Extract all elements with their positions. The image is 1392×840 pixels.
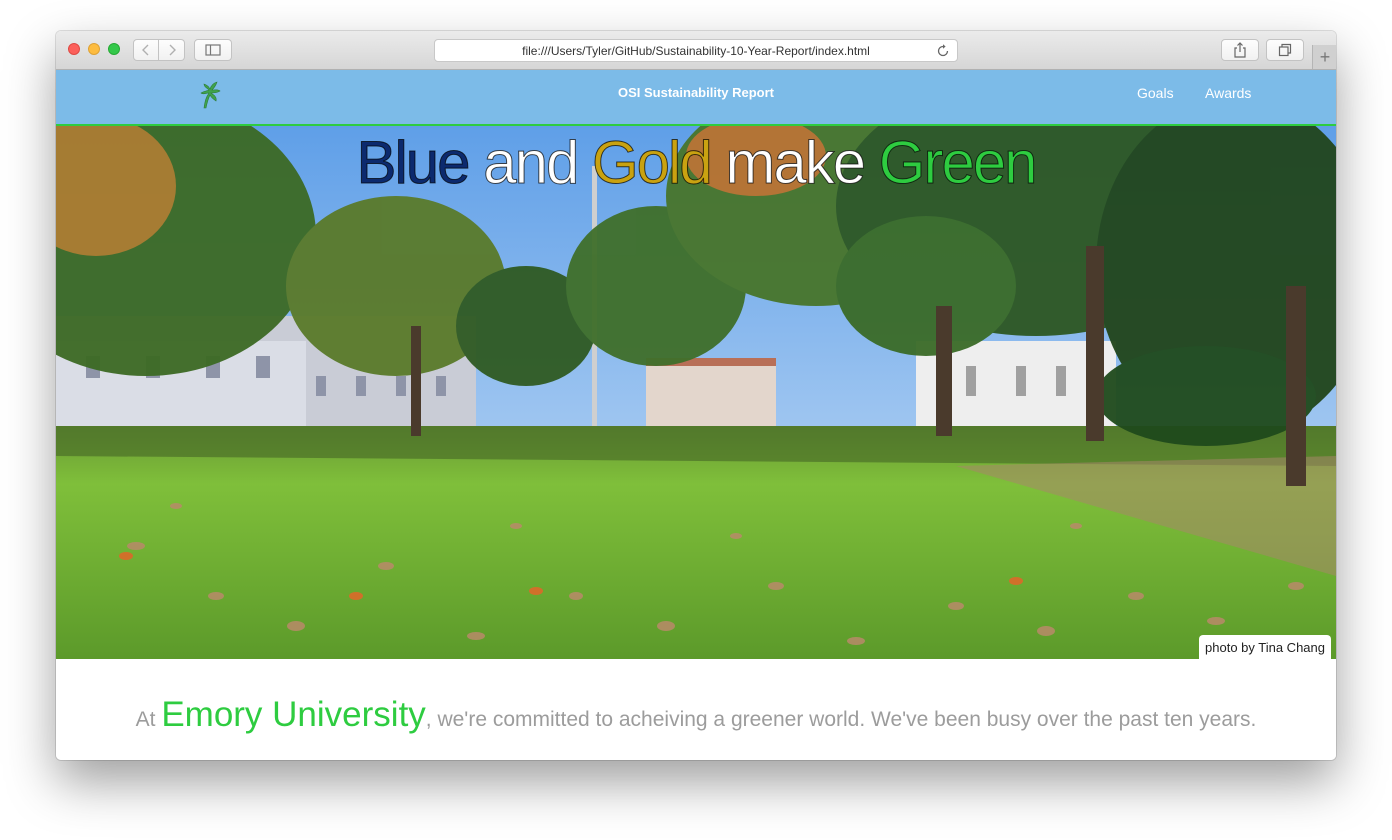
share-icon <box>1234 42 1246 58</box>
tabs-overview-button[interactable] <box>1266 39 1304 61</box>
headline-word-gold: Gold <box>591 129 713 197</box>
zoom-window-button[interactable] <box>108 43 120 55</box>
headline-word-green: Green <box>878 129 1038 197</box>
url-text: file:///Users/Tyler/GitHub/Sustainabilit… <box>522 43 870 58</box>
intro-prefix: At <box>135 708 156 731</box>
nav-link-goals[interactable]: Goals <box>1137 85 1174 101</box>
hero-headline: Blue and Gold make Green <box>56 128 1336 198</box>
headline-word-and: and <box>483 129 580 197</box>
forward-button[interactable] <box>159 39 185 61</box>
address-bar[interactable]: file:///Users/Tyler/GitHub/Sustainabilit… <box>434 39 958 62</box>
back-button[interactable] <box>133 39 159 61</box>
headline-word-make: make <box>725 129 867 197</box>
browser-window: file:///Users/Tyler/GitHub/Sustainabilit… <box>56 31 1336 760</box>
share-button[interactable] <box>1221 39 1259 61</box>
campus-photo <box>56 126 1336 659</box>
nav-link-awards[interactable]: Awards <box>1205 85 1251 101</box>
tabs-icon <box>1278 43 1292 57</box>
minimize-window-button[interactable] <box>88 43 100 55</box>
intro-highlight: Emory University <box>161 695 426 734</box>
photo-credit: photo by Tina Chang <box>1199 635 1331 659</box>
reload-icon[interactable] <box>935 43 951 59</box>
history-nav <box>133 39 185 61</box>
intro-suffix: , we're committed to acheiving a greener… <box>425 708 1257 731</box>
hero-banner: Blue and Gold make Green photo by Tina C… <box>56 126 1336 659</box>
new-tab-button[interactable]: + <box>1312 45 1336 69</box>
plus-icon: + <box>1319 46 1331 67</box>
site-navbar: OSI Sustainability Report Goals Awards <box>56 70 1336 126</box>
sidebar-icon <box>205 44 221 56</box>
chevron-left-icon <box>142 44 149 56</box>
chevron-right-icon <box>169 44 176 56</box>
browser-toolbar: file:///Users/Tyler/GitHub/Sustainabilit… <box>56 31 1336 70</box>
close-window-button[interactable] <box>68 43 80 55</box>
intro-section: At Emory University, we're committed to … <box>56 659 1336 760</box>
intro-text: At Emory University, we're committed to … <box>56 695 1336 735</box>
headline-word-blue: Blue <box>356 129 471 197</box>
sidebar-button[interactable] <box>194 39 232 61</box>
